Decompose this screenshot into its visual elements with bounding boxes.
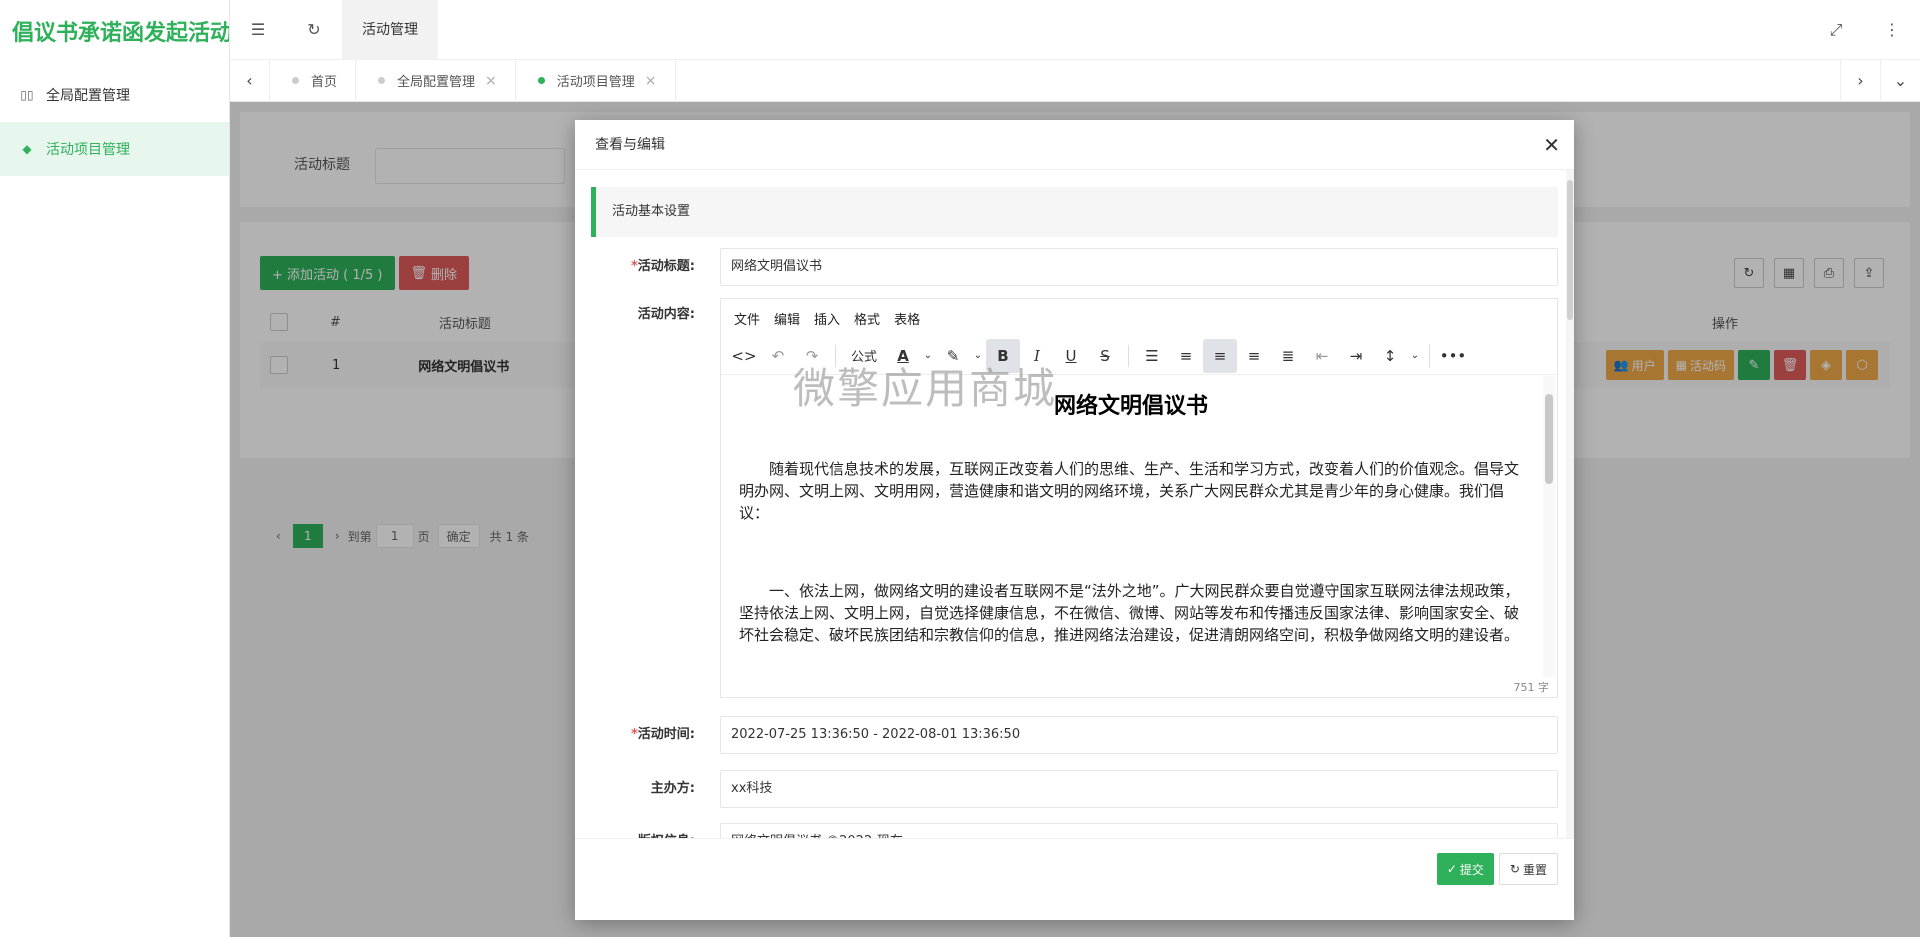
undo-icon[interactable]: ↶ (761, 339, 795, 373)
top-header: ☰ ↻ 活动管理 ⤢ ⋮ (230, 0, 1920, 60)
layers-icon: ◆ (22, 142, 32, 156)
header-nav-activity[interactable]: 活动管理 (342, 0, 438, 60)
tab-label: 全局配置管理 (397, 75, 476, 90)
word-count: 751 字 (1513, 681, 1550, 694)
tab-bar: ‹ 首页 全局配置管理 × 活动项目管理 × › ⌄ (230, 59, 1920, 102)
field-activity-time: *活动时间: 2022-07-25 13:36:50 - 2022-08-01 … (575, 716, 1558, 754)
more-horizontal-icon[interactable]: ••• (1436, 339, 1470, 373)
submit-button[interactable]: ✓ 提交 (1436, 853, 1494, 885)
tab-scroll-left-icon[interactable]: ‹ (230, 59, 270, 102)
watermark-text: 微擎应用商城 (793, 364, 1058, 413)
field-copyright: 版权信息: 网络文明倡议书 ©2022-现在 (575, 823, 1558, 838)
indent-icon[interactable]: ⇥ (1339, 339, 1373, 373)
menu-file[interactable]: 文件 (727, 309, 767, 328)
refresh-icon[interactable]: ↻ (286, 0, 342, 60)
fullscreen-icon[interactable]: ⤢ (1808, 0, 1864, 60)
modal-footer: ✓ 提交 ↻ 重置 (575, 838, 1574, 920)
activity-content-label: 活动内容: (637, 307, 695, 322)
refresh-icon: ↻ (1509, 862, 1520, 876)
reset-label: 重置 (1522, 862, 1547, 877)
activity-time-input[interactable]: 2022-07-25 13:36:50 - 2022-08-01 13:36:5… (720, 716, 1558, 754)
modal-header: 查看与编辑 ✕ (575, 120, 1574, 170)
sidebar-item-label: 活动项目管理 (46, 142, 130, 158)
tab-global-config[interactable]: 全局配置管理 × (356, 59, 516, 102)
modal-title: 查看与编辑 (595, 137, 665, 153)
close-icon[interactable]: ✕ (1543, 120, 1560, 170)
align-justify-icon[interactable]: ≣ (1271, 339, 1305, 373)
tab-scroll-right-icon[interactable]: › (1840, 59, 1880, 102)
activity-time-label: *活动时间: (630, 727, 695, 742)
tab-label: 活动项目管理 (556, 75, 635, 90)
submit-label: 提交 (1459, 862, 1484, 877)
organizer-input[interactable]: xx科技 (720, 770, 1558, 808)
menu-table[interactable]: 表格 (887, 309, 927, 328)
menu-format[interactable]: 格式 (847, 309, 887, 328)
tab-dot (292, 77, 299, 84)
line-height-icon[interactable]: ↕ (1373, 339, 1407, 373)
editor-scrollbar[interactable] (1543, 376, 1555, 677)
menu-insert[interactable]: 插入 (807, 309, 847, 328)
close-icon[interactable]: × (485, 73, 497, 89)
organizer-label: 主办方: (650, 781, 695, 796)
chevron-down-icon[interactable]: ⌄ (1880, 59, 1920, 102)
copyright-label: 版权信息: (575, 823, 695, 838)
collapse-menu-icon[interactable]: ☰ (230, 0, 286, 60)
tab-home[interactable]: 首页 (270, 59, 357, 102)
modal-scrollbar[interactable] (1566, 170, 1574, 838)
tab-activity-projects[interactable]: 活动项目管理 × (516, 59, 676, 102)
close-icon[interactable]: × (645, 73, 657, 89)
sidebar-item-global-config[interactable]: ▯▯ 全局配置管理 (0, 68, 229, 122)
modal-body: 活动基本设置 *活动标题: 网络文明倡议书 活动内容: 文件 编辑 插入 格式 … (575, 170, 1574, 838)
copyright-input[interactable]: 网络文明倡议书 ©2022-现在 (720, 823, 1558, 838)
activity-title-label: *活动标题: (630, 259, 695, 274)
list-icon[interactable]: ☰ (1135, 339, 1169, 373)
sidebar: 倡议书承诺函发起活动 ▯▯ 全局配置管理 ◆ 活动项目管理 (0, 0, 230, 937)
tab-dot (378, 77, 386, 84)
align-center-icon[interactable]: ≡ (1203, 338, 1237, 373)
editor-document[interactable]: 网络文明倡议书 随着现代信息技术的发展，互联网正改变着人们的思维、生产、生活和学… (721, 376, 1541, 677)
strikethrough-icon[interactable]: S (1088, 339, 1122, 373)
columns-icon: ▯▯ (20, 88, 34, 102)
section-title: 活动基本设置 (591, 187, 1558, 237)
more-vertical-icon[interactable]: ⋮ (1864, 0, 1920, 60)
app-logo-title: 倡议书承诺函发起活动 (12, 21, 229, 46)
field-organizer: 主办方: xx科技 (575, 770, 1558, 808)
reset-button[interactable]: ↻ 重置 (1498, 853, 1558, 885)
source-code-icon[interactable]: <> (727, 339, 761, 373)
underline-icon[interactable]: U (1054, 339, 1088, 373)
check-icon: ✓ (1446, 862, 1457, 876)
align-right-icon[interactable]: ≡ (1237, 339, 1271, 373)
sidebar-item-activity-projects[interactable]: ◆ 活动项目管理 (0, 122, 229, 176)
align-left-icon[interactable]: ≡ (1169, 339, 1203, 373)
tab-label: 首页 (311, 75, 338, 90)
document-paragraph: 一、依法上网，做网络文明的建设者互联网不是“法外之地”。广大网民群众要自觉遵守国… (739, 582, 1520, 644)
tab-dot (537, 77, 545, 84)
field-activity-title: *活动标题: 网络文明倡议书 (575, 248, 1558, 286)
menu-edit[interactable]: 编辑 (767, 309, 807, 328)
edit-modal: 查看与编辑 ✕ 活动基本设置 *活动标题: 网络文明倡议书 活动内容: 文件 编… (575, 120, 1574, 920)
chevron-down-icon[interactable]: ⌄ (1407, 339, 1423, 373)
rich-text-editor: 文件 编辑 插入 格式 表格 <> ↶ ↷ 公式 A ⌄ ✎ ⌄ B I U S (720, 298, 1558, 698)
sidebar-item-label: 全局配置管理 (46, 88, 130, 104)
activity-title-input[interactable]: 网络文明倡议书 (720, 248, 1558, 286)
editor-menubar: 文件 编辑 插入 格式 表格 (721, 299, 1557, 337)
outdent-icon[interactable]: ⇤ (1305, 339, 1339, 373)
document-paragraph: 随着现代信息技术的发展，互联网正改变着人们的思维、生产、生活和学习方式，改变着人… (739, 460, 1520, 522)
